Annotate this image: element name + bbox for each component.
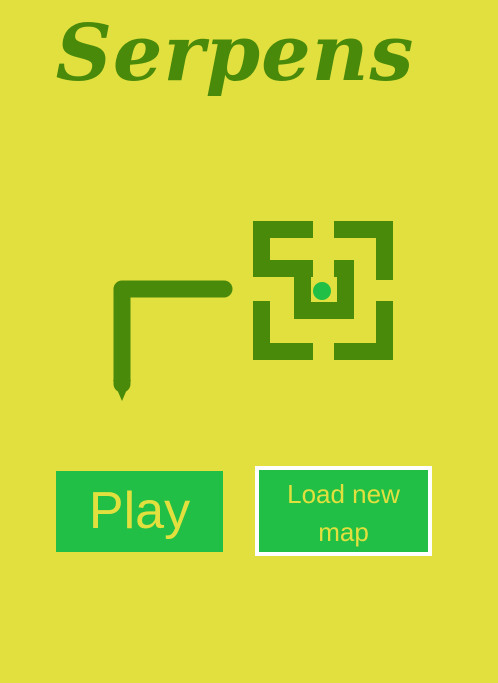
maze-wall [294, 277, 311, 302]
maze-wall [334, 221, 393, 238]
play-button[interactable]: Play [56, 471, 223, 552]
maze-wall [253, 221, 313, 238]
maze-wall [294, 302, 354, 319]
snake-body [113, 280, 233, 393]
maze-wall [253, 260, 313, 277]
maze-wall [337, 260, 354, 319]
maze-wall [253, 343, 313, 360]
maze-wall [376, 221, 393, 280]
food-dot [313, 282, 331, 300]
maze-wall [253, 301, 270, 360]
game-title: Serpens [55, 8, 415, 99]
load-map-button[interactable]: Load new map [255, 466, 432, 556]
maze-graphic [253, 221, 393, 360]
maze-wall [334, 260, 354, 277]
maze-wall [334, 343, 393, 360]
maze-wall [253, 221, 270, 260]
maze-wall [376, 301, 393, 360]
snake-graphic [113, 280, 233, 401]
snake-tail [113, 380, 131, 401]
